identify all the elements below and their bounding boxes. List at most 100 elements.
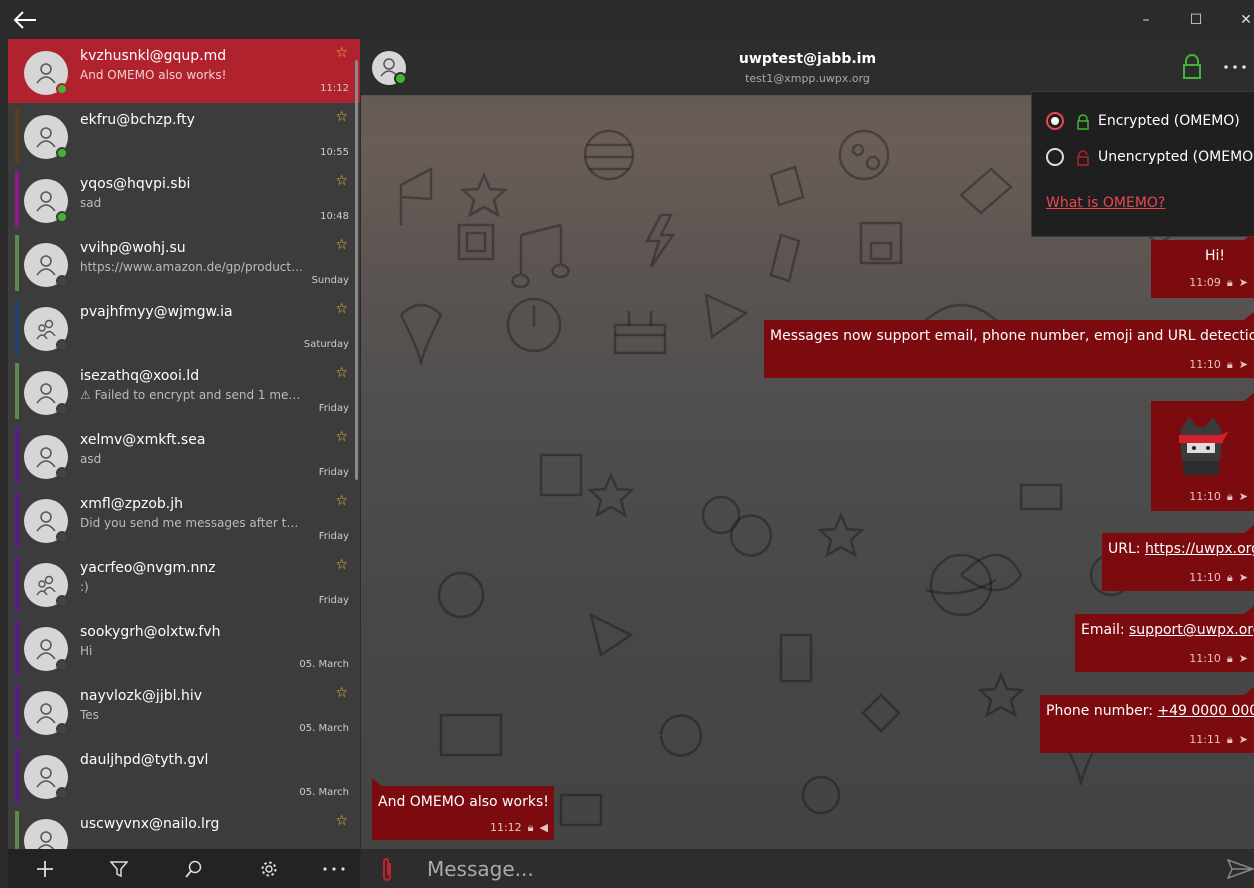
message-meta: 11:09 🔒︎ ➤ [1183,276,1248,290]
sent-icon: ➤ [1238,733,1248,746]
more-icon [1224,65,1246,69]
maximize-button[interactable]: ☐ [1181,8,1211,32]
filter-button[interactable] [97,853,141,884]
chat-list-item[interactable]: vvihp@wohj.su https://www.amazon.de/gp/pr… [8,231,360,295]
chat-list-item[interactable]: nayvlozk@jjbl.hiv Tes 05. March ☆ [8,679,360,743]
phone-link[interactable]: +49 0000 0000 [1157,703,1254,719]
last-message-time: Saturday [303,339,349,350]
message-outgoing-sticker[interactable]: 11:10 🔒︎ ➤ [1151,393,1254,511]
star-icon[interactable]: ☆ [335,685,348,701]
presence-indicator [56,83,68,95]
star-icon[interactable]: ☆ [335,301,348,317]
message-outgoing[interactable]: Phone number: +49 0000 0000 11:11 🔒︎ ➤ [1040,687,1254,753]
user-icon [36,639,56,660]
chat-list-item[interactable]: dauljhpd@tyth.gvl 05. March [8,743,360,807]
minimize-button[interactable]: – [1131,8,1161,32]
message-outgoing[interactable]: URL: https://uwpx.org 11:10 🔒︎ ➤ [1102,525,1254,591]
message-input-bar: Message... [361,849,1254,888]
chat-more-button[interactable] [1223,53,1247,78]
chat-header: uwptest@jabb.im test1@xmpp.uwpx.org [361,39,1254,96]
chat-list-item[interactable]: kvzhusnkl@gqup.md And OMEMO also works! 11… [8,39,360,103]
lock-icon: 🔒︎ [527,821,534,834]
message-time: 11:12 [489,821,522,834]
user-icon [36,767,56,788]
search-button[interactable] [172,853,216,884]
presence-indicator [56,147,68,159]
contact-name: xmfl@zpzob.jh [80,496,183,512]
last-message-time: Friday [318,467,349,478]
user-icon [36,383,56,404]
sent-icon: ➤ [1238,358,1248,371]
sent-icon: ➤ [1238,276,1248,289]
star-icon[interactable]: ☆ [335,493,348,509]
message-meta: 11:11 🔒︎ ➤ [1183,733,1248,747]
message-outgoing[interactable]: Messages now support email, phone number… [764,312,1254,378]
close-button[interactable]: ✕ [1231,8,1254,32]
message-outgoing[interactable]: Email: support@uwpx.org 11:10 🔒︎ ➤ [1075,606,1254,672]
sent-icon: ➤ [1238,490,1248,503]
send-button[interactable] [1226,858,1254,883]
encrypted-radio[interactable] [1046,112,1064,130]
encryption-button[interactable] [1181,54,1203,84]
unencrypted-radio[interactable] [1046,148,1064,166]
chat-list-item[interactable]: pvajhfmyy@wjmgw.ia Saturday ☆ [8,295,360,359]
contact-name: pvajhfmyy@wjmgw.ia [80,304,233,320]
contact-color-bar [15,491,19,547]
unencrypted-option-label[interactable]: Unencrypted (OMEMO) [1098,149,1254,165]
plus-icon [37,860,53,877]
last-message-time: Sunday [311,275,349,286]
contact-name: kvzhusnkl@gqup.md [80,48,227,64]
chat-list-item[interactable]: isezathq@xooi.ld ⚠ Failed to encrypt and … [8,359,360,423]
settings-button[interactable] [247,853,291,884]
chat-list-item[interactable]: uscwyvnx@nailo.lrg ☆ [8,807,360,849]
star-icon[interactable]: ☆ [335,429,348,445]
chat-list-scrollbar[interactable] [355,60,358,480]
last-message-time: 05. March [299,659,349,670]
star-icon[interactable]: ☆ [335,173,348,189]
chat-list-item[interactable]: xelmv@xmkft.sea asd Friday ☆ [8,423,360,487]
encrypted-option-label[interactable]: Encrypted (OMEMO) [1098,113,1240,129]
contact-color-bar [15,555,19,611]
add-chat-button[interactable] [23,853,67,884]
phone-label: Phone number: [1046,703,1158,719]
encryption-menu: Encrypted (OMEMO) Unencrypted (OMEMO) Wh… [1031,91,1254,237]
lock-icon [1077,114,1089,130]
contact-color-bar [15,619,19,675]
chat-list-item[interactable]: sookygrh@olxtw.fvh Hi 05. March [8,615,360,679]
what-is-omemo-link[interactable]: What is OMEMO? [1046,195,1165,211]
chat-list-item[interactable]: ekfru@bchzp.fty 10:55 ☆ [8,103,360,167]
contact-color-bar [15,747,19,803]
presence-indicator [56,211,68,223]
star-icon[interactable]: ☆ [335,237,348,253]
star-icon[interactable]: ☆ [335,109,348,125]
ninja-cat-sticker [1179,417,1229,475]
star-icon[interactable]: ☆ [335,365,348,381]
chat-list-item[interactable]: xmfl@zpzob.jh Did you send me messages af… [8,487,360,551]
star-icon[interactable]: ☆ [335,557,348,573]
chat-list-item[interactable]: yacrfeo@nvgm.nnz:) Friday ☆ [8,551,360,615]
lock-icon: 🔒︎ [1226,652,1233,665]
lock-icon: 🔒︎ [1226,276,1233,289]
back-button[interactable] [10,6,40,34]
message-text: And OMEMO also works! [378,794,549,810]
presence-indicator [56,339,68,351]
message-input[interactable]: Message... [427,857,534,881]
url-link[interactable]: https://uwpx.org [1145,541,1254,557]
attach-button[interactable] [379,857,395,887]
last-message-preview: :) [80,580,89,594]
presence-indicator [56,531,68,543]
chat-list-item[interactable]: yqos@hqvpi.sbi sad 10:48 ☆ [8,167,360,231]
last-message-preview: https://www.amazon.de/gp/product/B00CIX.… [80,260,305,274]
message-outgoing[interactable]: Hi! 11:09 🔒︎ ➤ [1151,232,1254,298]
message-meta: 11:10 🔒︎ ➤ [1183,358,1248,372]
email-link[interactable]: support@uwpx.org [1129,622,1254,638]
more-button[interactable] [312,853,356,884]
lock-icon: 🔒︎ [1226,733,1233,746]
message-incoming[interactable]: And OMEMO also works! 11:12 🔒︎ ◀ [372,778,554,840]
star-icon[interactable]: ☆ [335,813,348,829]
contact-avatar [24,819,68,849]
message-time: 11:09 [1189,276,1221,289]
message-text: Phone number: +49 0000 0000 [1046,703,1254,719]
contact-name: yqos@hqvpi.sbi [80,176,191,192]
star-icon[interactable]: ☆ [335,45,348,61]
